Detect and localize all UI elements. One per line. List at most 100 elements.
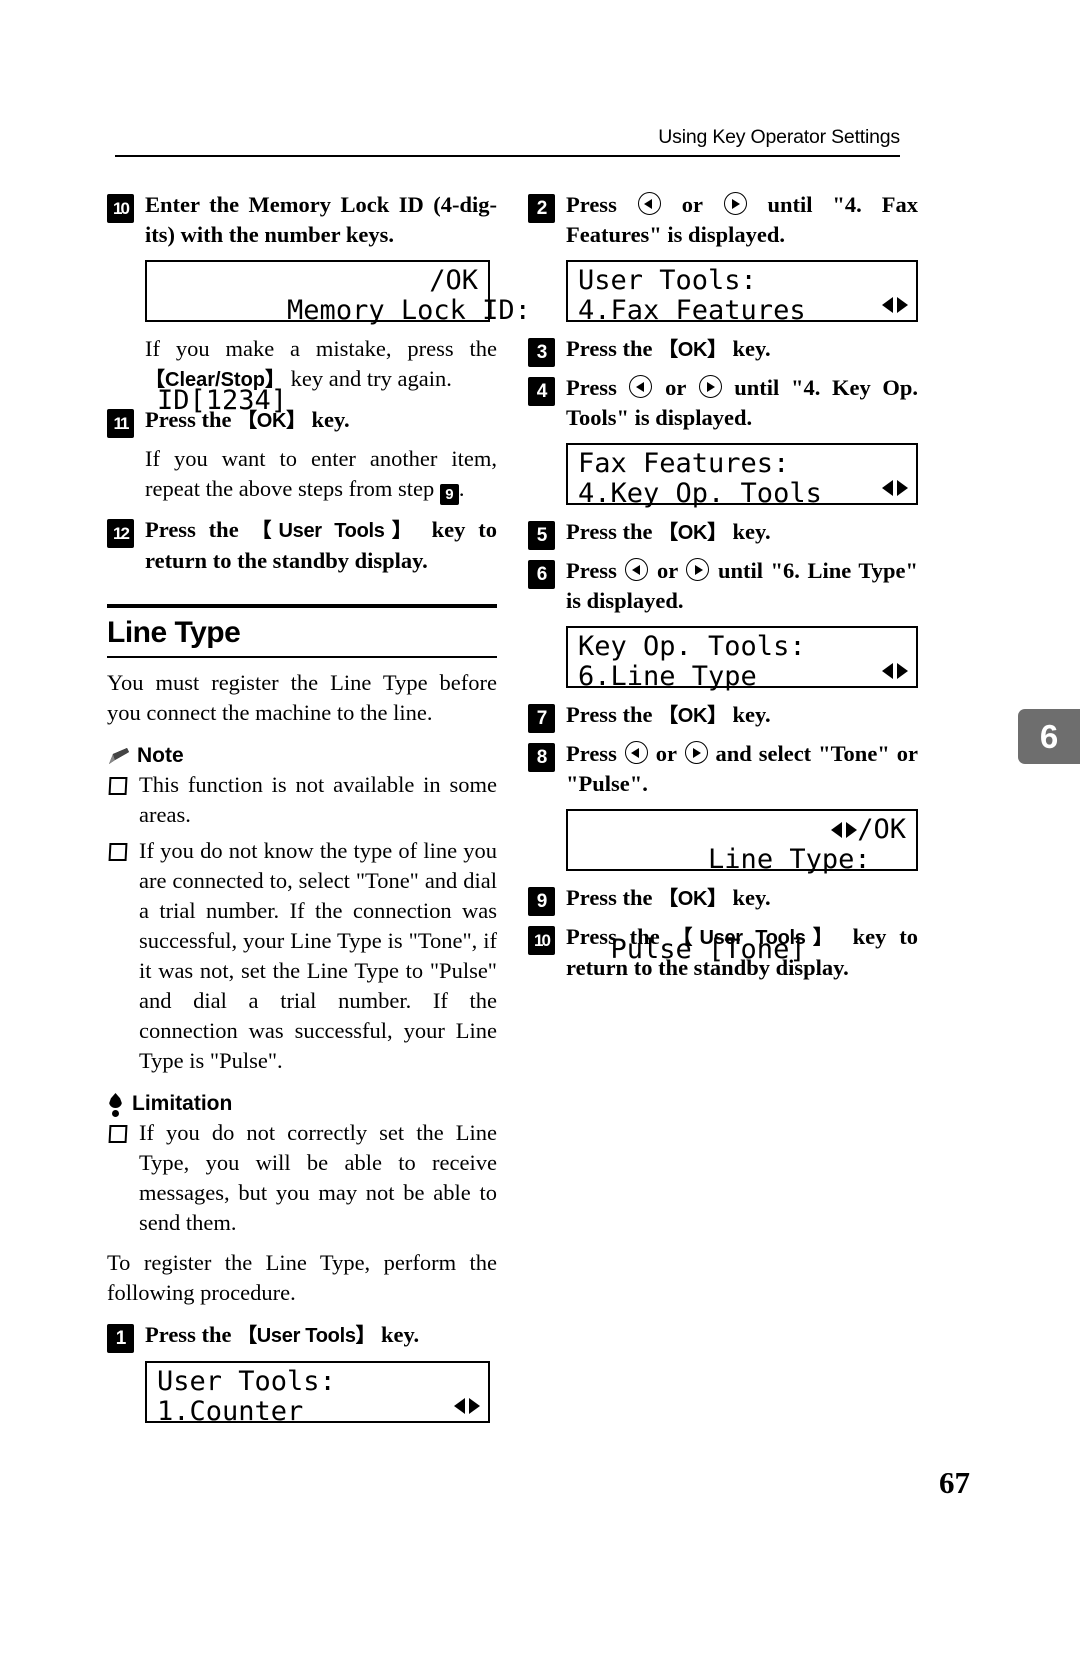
- right-arrow-icon: [686, 558, 710, 581]
- step-number-badge: 5: [528, 521, 555, 550]
- step-8-right: 8 Press or and select "Tone" or "Pulse".: [528, 739, 918, 799]
- step-number-badge: 11: [107, 409, 134, 438]
- section-intro: You must register the Line Type before y…: [107, 670, 497, 725]
- user-tools-key-label: 【User Tools】: [672, 927, 841, 949]
- note-heading: Note: [107, 744, 497, 768]
- step-number-badge: 7: [528, 704, 555, 733]
- step-text-a: Press: [566, 192, 637, 217]
- square-bullet-icon: [108, 843, 128, 861]
- step-10-right: 10 Press the 【User Tools】 key to return …: [528, 922, 918, 983]
- limitation-heading: Limitation: [107, 1092, 497, 1117]
- header-rule: [115, 155, 900, 157]
- step-text-a: Press the: [145, 517, 252, 542]
- step-text: Press the 【OK】 key.: [566, 517, 918, 548]
- right-arrow-icon: [684, 741, 708, 764]
- ok-key-label: 【OK】: [237, 410, 306, 432]
- step-text-b: key.: [726, 336, 771, 361]
- step-text-a: Press the: [566, 702, 659, 727]
- ok-key-label: 【OK】: [658, 888, 727, 910]
- lcd-line-1-text: Memory Lock ID:: [287, 295, 531, 326]
- left-right-arrows-icon: [454, 1395, 480, 1417]
- limitation-bullet-text: If you do not correctly set the Line Typ…: [139, 1120, 497, 1235]
- step-number-badge: 4: [528, 377, 555, 406]
- left-arrow-icon: [629, 375, 653, 398]
- lcd-fax-features-key-op-tools: Fax Features: 4.Key Op. Tools: [566, 443, 918, 509]
- step-text: Press the 【User Tools】 key to return to …: [566, 922, 918, 983]
- lcd-line-1: User Tools:: [157, 1366, 336, 1397]
- left-right-arrows-icon: [882, 660, 908, 682]
- right-arrow-icon: [698, 375, 722, 398]
- step-11-note: If you want to enter another item, repea…: [145, 444, 497, 505]
- step-text-b: or: [661, 192, 723, 217]
- step-text: Press the 【OK】 key.: [566, 883, 918, 914]
- step-text: Press the 【OK】 key.: [145, 405, 497, 436]
- lcd-ok-label: /OK: [429, 265, 478, 296]
- chapter-tab: 6: [1018, 709, 1080, 764]
- page-number: 67: [939, 1465, 970, 1500]
- left-arrow-icon: [625, 558, 649, 581]
- lcd-line-2: 1.Counter: [157, 1396, 304, 1427]
- user-tools-key-label: 【User Tools】: [251, 520, 420, 542]
- step-text: Press or until "6. Line Type" is display…: [566, 556, 918, 616]
- limitation-bullet-1: If you do not correctly set the Line Typ…: [107, 1118, 497, 1238]
- note-bullet-text: If you do not know the type of line you …: [139, 838, 497, 1073]
- step-text-a: Press the: [145, 407, 238, 432]
- user-tools-key-label: 【User Tools】: [237, 1325, 376, 1347]
- step-text-a: Press: [566, 375, 629, 400]
- step-text-a: Press the: [566, 519, 659, 544]
- step-text: Press the 【OK】 key.: [566, 334, 918, 365]
- lcd-line-1: Memory Lock ID: /OK: [157, 265, 531, 386]
- manual-page: Using Key Operator Settings 6 10 Enter t…: [0, 0, 1080, 1669]
- step-number-badge: 12: [107, 519, 134, 548]
- step-9-right: 9 Press the 【OK】 key.: [528, 883, 918, 916]
- lcd-arrows-ok: /OK: [831, 815, 906, 845]
- left-arrow-icon: [637, 192, 661, 215]
- step-text-a: Press the: [566, 885, 659, 910]
- step-5-right: 5 Press the 【OK】 key.: [528, 517, 918, 550]
- step-number-badge: 3: [528, 338, 555, 367]
- lcd-line-1: Key Op. Tools:: [578, 631, 806, 662]
- ok-key-label: 【OK】: [658, 705, 727, 727]
- lcd-line-1: Line Type: /OK: [578, 815, 906, 935]
- pencil-icon: [107, 747, 130, 766]
- step-text-b: key.: [726, 885, 771, 910]
- lcd-line-1: User Tools:: [578, 265, 757, 296]
- lcd-line-2: 6.Line Type: [578, 661, 757, 692]
- step-text-a: Press the: [566, 924, 673, 949]
- step-7-right: 7 Press the 【OK】 key.: [528, 700, 918, 733]
- lcd-line-1: Fax Features:: [578, 448, 790, 479]
- ok-key-label: 【OK】: [658, 339, 727, 361]
- exclamation-drop-icon: [107, 1093, 125, 1117]
- lcd-line-1-text: Line Type:: [708, 844, 871, 875]
- step-2-right: 2 Press or until "4. Fax Features" is di…: [528, 190, 918, 250]
- step-number-badge: 10: [528, 926, 555, 955]
- step-4-right: 4 Press or until "4. Key Op. Tools" is d…: [528, 373, 918, 433]
- step-number-badge: 1: [107, 1324, 134, 1353]
- right-column: 2 Press or until "4. Fax Features" is di…: [528, 190, 918, 991]
- step-number-badge: 9: [528, 887, 555, 916]
- step-reference-badge: 9: [439, 484, 459, 505]
- running-title: Using Key Operator Settings: [658, 126, 900, 148]
- step-text-b: key.: [726, 519, 771, 544]
- ok-key-label: 【OK】: [658, 522, 727, 544]
- lcd-key-op-tools-line-type: Key Op. Tools: 6.Line Type: [566, 626, 918, 692]
- left-right-arrows-icon: [882, 294, 908, 316]
- step-text: Press the 【OK】 key.: [566, 700, 918, 731]
- step-text-a: Press: [566, 741, 624, 766]
- step-text-a: Press the: [566, 336, 659, 361]
- section-title: Line Type: [107, 616, 241, 649]
- lcd-ok-label: /OK: [857, 814, 906, 845]
- step-text-b: key.: [305, 407, 350, 432]
- section-rule-bottom: [107, 656, 497, 658]
- lcd-line-2: 4.Fax Features: [578, 295, 806, 326]
- step-10-left: 10 Enter the Memory Lock ID (4-dig-its) …: [107, 190, 497, 250]
- step-1-left: 1 Press the 【User Tools】 key.: [107, 1320, 497, 1353]
- square-bullet-icon: [108, 1125, 128, 1143]
- step-text-b: key.: [375, 1322, 420, 1347]
- left-arrow-icon: [624, 741, 648, 764]
- step-text-a: Press: [566, 558, 625, 583]
- step-number-badge: 8: [528, 743, 555, 772]
- lcd-user-tools-fax-features: User Tools: 4.Fax Features: [566, 260, 918, 326]
- step-number-badge: 6: [528, 560, 555, 589]
- note-bullet-text: This function is not available in some a…: [139, 772, 497, 827]
